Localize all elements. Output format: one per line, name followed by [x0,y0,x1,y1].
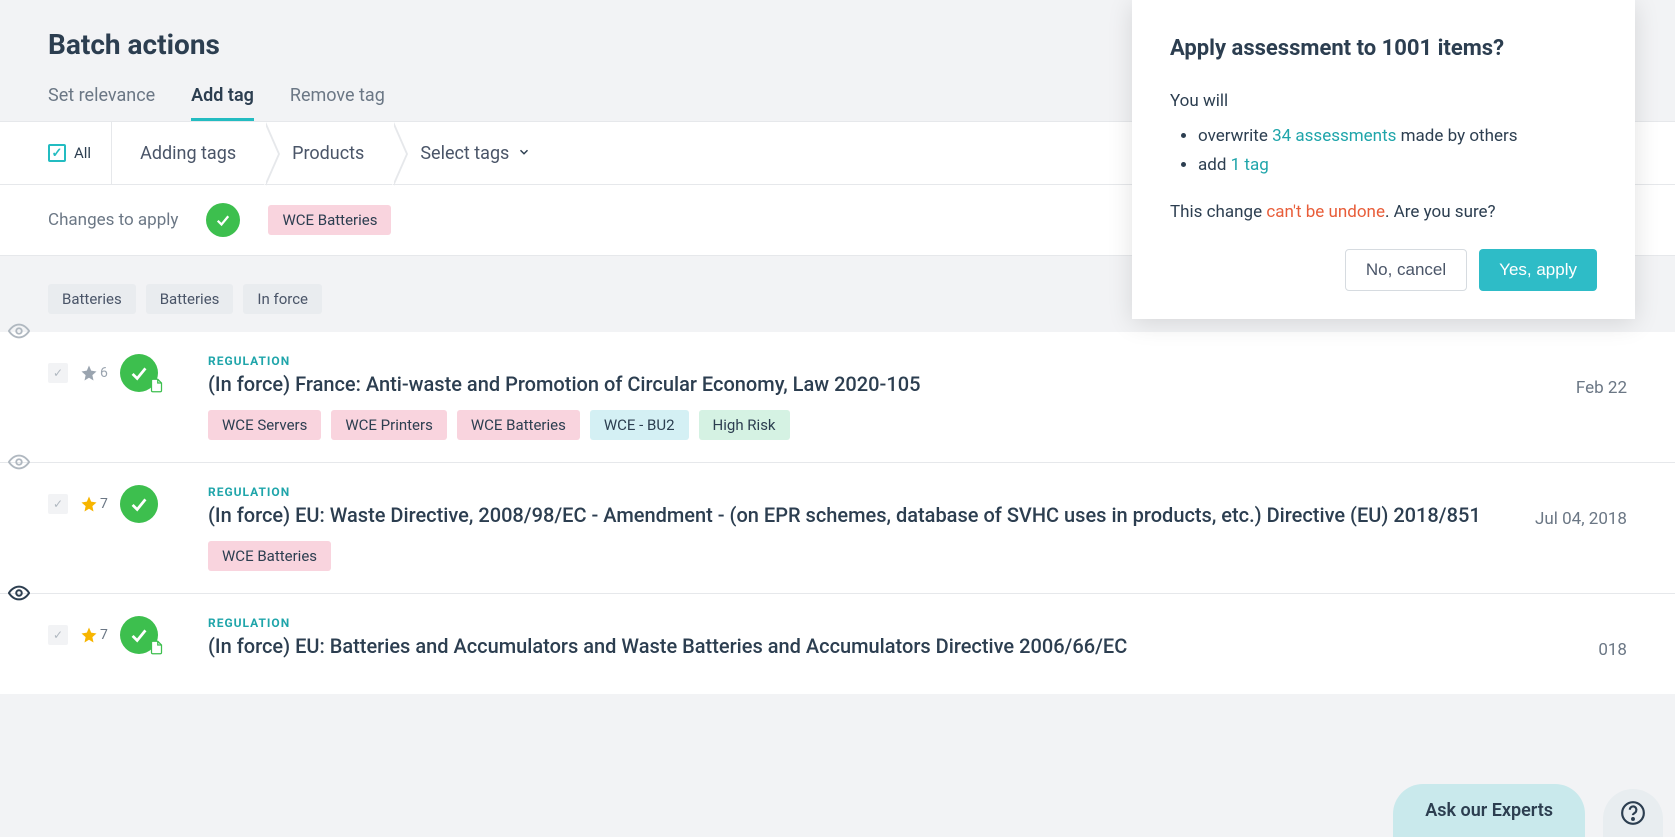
crumb-select-tags-label: Select tags [420,143,509,164]
item-tag[interactable]: WCE Batteries [208,541,331,571]
item-date: Jul 04, 2018 [1511,485,1627,529]
item-tag[interactable]: WCE - BU2 [590,410,689,440]
row-checkbox[interactable]: ✓ [48,625,68,645]
item-body: REGULATION (In force) France: Anti-waste… [208,354,1552,440]
category-label: REGULATION [208,354,1552,368]
check-circle-icon [206,203,240,237]
item-tag[interactable]: WCE Batteries [457,410,580,440]
breadcrumb-steps: Adding tags Products Select tags [112,122,559,184]
item-tag[interactable]: High Risk [699,410,790,440]
checkbox-icon: ✓ [48,144,66,162]
star-count: 7 [100,496,108,512]
row-checkbox[interactable]: ✓ [48,494,68,514]
dialog-lead: You will [1170,87,1597,116]
confirm-dialog: Apply assessment to 1001 items? You will… [1132,0,1635,319]
select-all[interactable]: ✓ All [0,122,112,184]
document-icon [149,640,164,657]
dialog-warning: This change can't be undone. Are you sur… [1170,198,1597,227]
chevron-down-icon [517,143,531,164]
changes-label: Changes to apply [48,210,178,230]
star-count: 6 [100,365,108,381]
item-controls: ✓ 7 [8,616,208,654]
filter-chip[interactable]: Batteries [146,284,234,314]
crumb-adding-tags[interactable]: Adding tags [112,122,264,184]
list-item[interactable]: ✓ 7 REGULATION (In force) EU: Batteries … [0,594,1675,694]
bullet-add: add 1 tag [1198,151,1597,180]
help-icon [1620,800,1646,826]
dialog-body: You will overwrite 34 assessments made b… [1170,87,1597,227]
dialog-actions: No, cancel Yes, apply [1170,249,1597,291]
item-date: 018 [1574,616,1627,660]
item-tag[interactable]: WCE Servers [208,410,321,440]
warn-text: can't be undone [1266,202,1385,222]
cancel-button[interactable]: No, cancel [1345,249,1467,291]
item-controls: ✓ 6 [8,354,208,392]
tab-add-tag[interactable]: Add tag [191,85,254,121]
ask-experts-button[interactable]: Ask our Experts [1393,784,1585,837]
eye-icon [8,451,30,477]
item-body: REGULATION (In force) EU: Waste Directiv… [208,485,1511,571]
star-rating[interactable]: 7 [80,495,108,513]
apply-button[interactable]: Yes, apply [1479,249,1597,291]
crumb-products[interactable]: Products [264,122,392,184]
change-tag[interactable]: WCE Batteries [268,205,391,235]
list-item[interactable]: ✓ 7 REGULATION (In force) EU: Waste Dire… [0,463,1675,594]
assessments-link[interactable]: 34 assessments [1272,126,1396,146]
item-tags: WCE Batteries [208,541,1511,571]
category-label: REGULATION [208,485,1511,499]
star-count: 7 [100,627,108,643]
item-tag[interactable]: WCE Printers [331,410,446,440]
select-all-label: All [74,144,91,162]
help-button[interactable] [1603,789,1663,837]
item-controls: ✓ 7 [8,485,208,523]
document-icon [149,378,164,395]
eye-icon [8,582,30,608]
filter-chip[interactable]: Batteries [48,284,136,314]
item-title[interactable]: (In force) EU: Waste Directive, 2008/98/… [208,503,1511,527]
tab-set-relevance[interactable]: Set relevance [48,85,155,121]
item-tags: WCE Servers WCE Printers WCE Batteries W… [208,410,1552,440]
status-check-icon [120,485,158,523]
eye-icon [8,320,30,346]
list-item[interactable]: ✓ 6 REGULATION (In force) France: Anti-w… [0,332,1675,463]
row-checkbox[interactable]: ✓ [48,363,68,383]
star-rating[interactable]: 6 [80,364,108,382]
dialog-title: Apply assessment to 1001 items? [1170,36,1597,61]
tab-remove-tag[interactable]: Remove tag [290,85,385,121]
item-title[interactable]: (In force) EU: Batteries and Accumulator… [208,634,1574,658]
filter-chip[interactable]: In force [243,284,322,314]
bullet-overwrite: overwrite 34 assessments made by others [1198,122,1597,151]
star-rating[interactable]: 7 [80,626,108,644]
tag-count-link[interactable]: 1 tag [1231,155,1269,175]
item-date: Feb 22 [1552,354,1627,398]
item-title[interactable]: (In force) France: Anti-waste and Promot… [208,372,1552,396]
item-body: REGULATION (In force) EU: Batteries and … [208,616,1574,672]
crumb-select-tags[interactable]: Select tags [392,122,559,184]
category-label: REGULATION [208,616,1574,630]
